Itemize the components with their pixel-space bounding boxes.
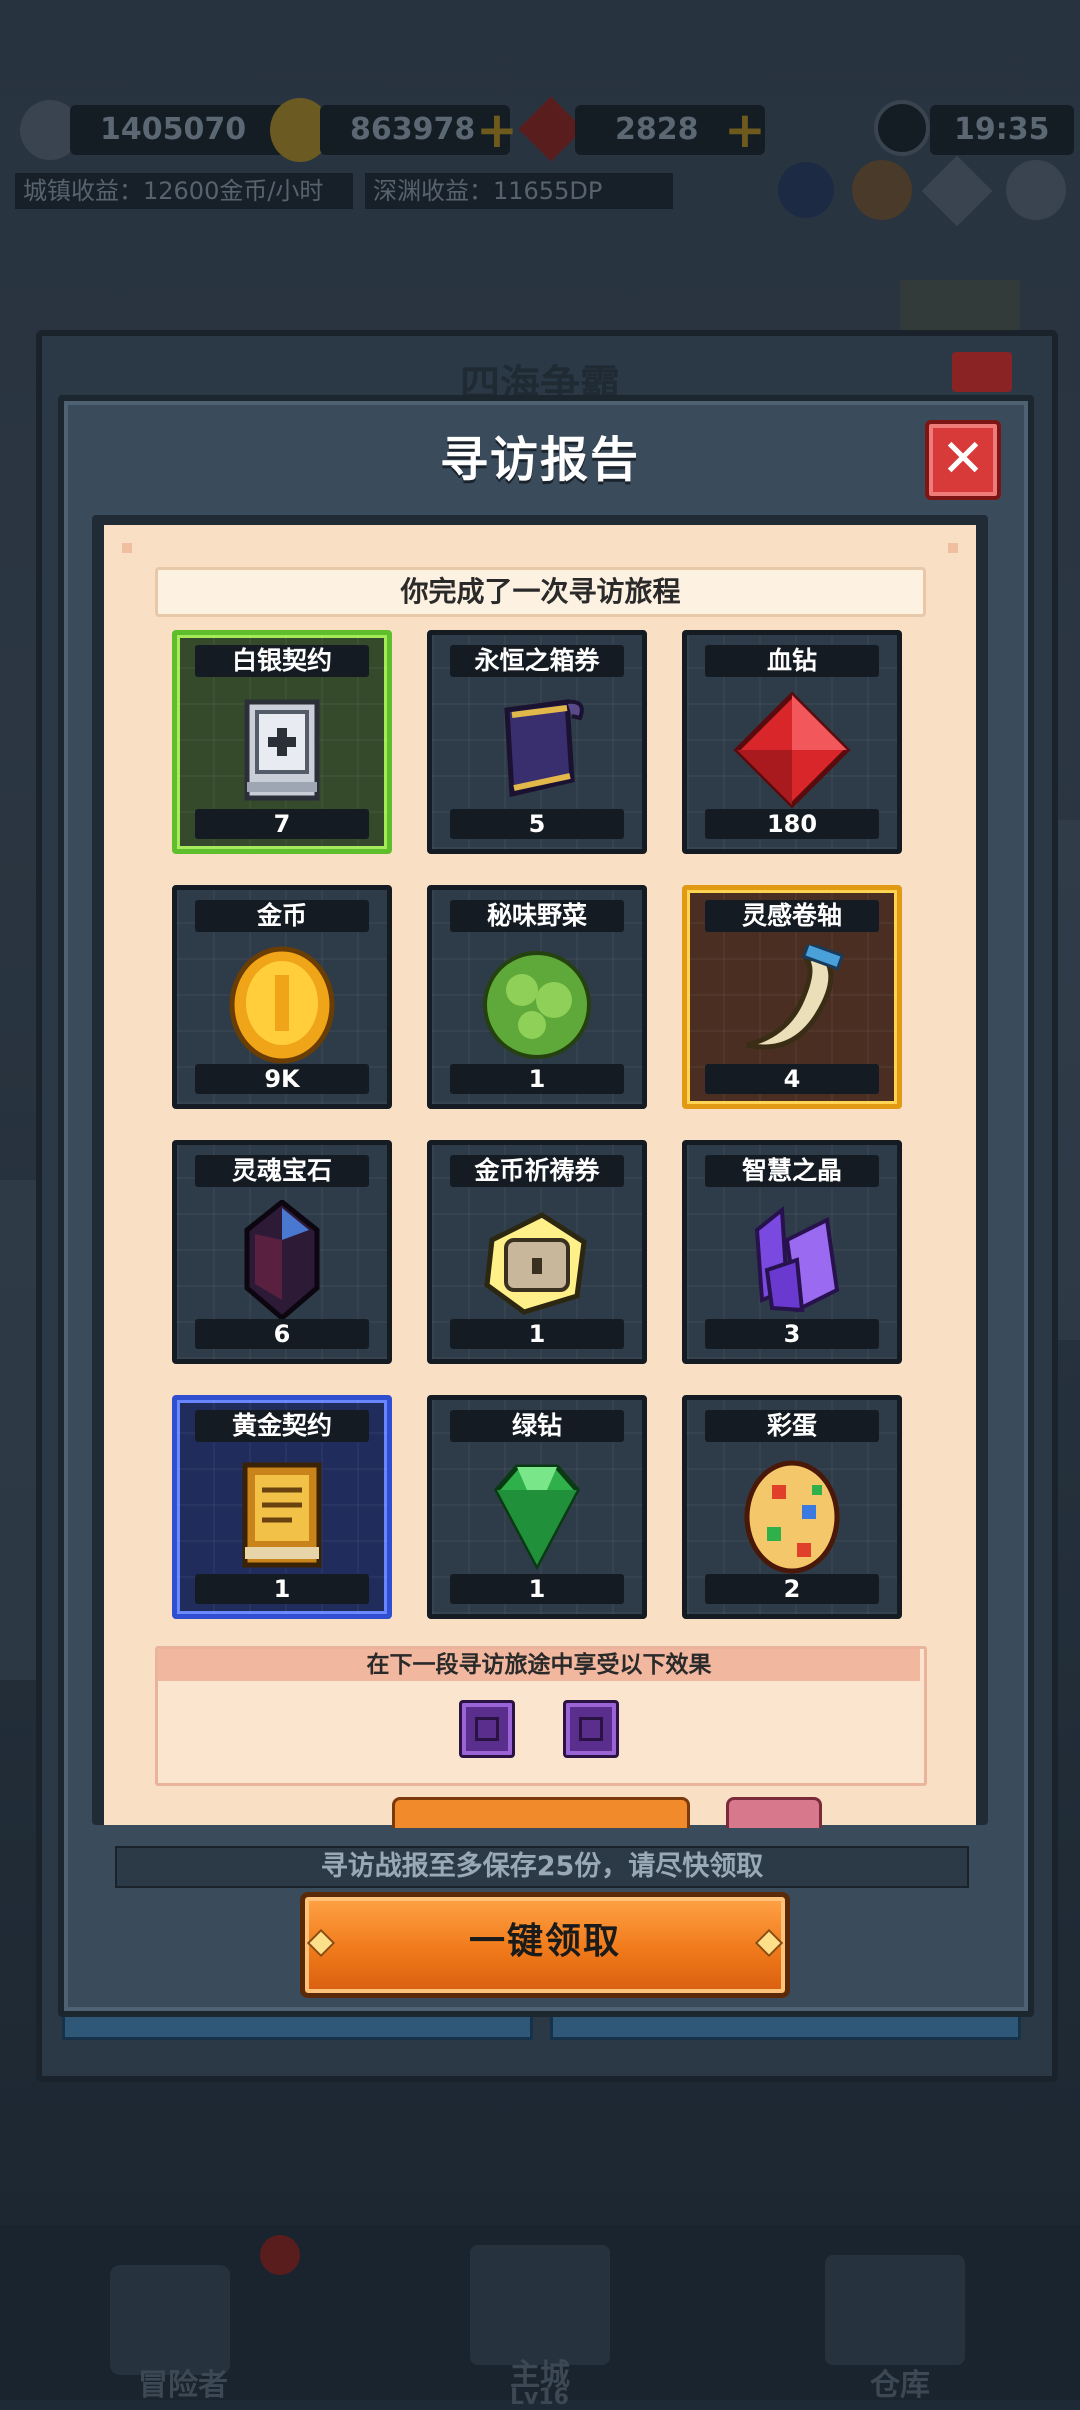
purple-effect-icon[interactable]	[459, 1700, 515, 1758]
corner-decoration	[948, 543, 958, 553]
reward-name: 血钻	[705, 645, 879, 677]
adventurer-nav-icon	[110, 2265, 230, 2375]
reward-count: 180	[705, 809, 879, 839]
wisdom-crystal-icon	[727, 1200, 857, 1320]
effects-title: 在下一段寻访旅途中享受以下效果	[158, 1649, 920, 1681]
soul-gem-icon	[217, 1198, 347, 1322]
eternal-chest-ticket-icon	[472, 690, 602, 810]
reward-card-inspiration-scroll[interactable]: 灵感卷轴 4	[682, 885, 902, 1109]
reward-count: 9K	[195, 1064, 369, 1094]
scrolled-orange-button[interactable]	[392, 1797, 690, 1828]
dialog-title: 寻访报告	[439, 432, 640, 488]
reward-name: 金币祈祷券	[450, 1155, 624, 1187]
reward-count: 5	[450, 809, 624, 839]
green-diamond-icon	[472, 1455, 602, 1575]
reward-name: 秘味野菜	[450, 900, 624, 932]
reward-card-silver-contract-book[interactable]: 白银契约 7	[172, 630, 392, 854]
add-gem-icon[interactable]: +	[724, 105, 766, 155]
reward-count: 7	[195, 809, 369, 839]
gold-prayer-ticket-icon	[472, 1200, 602, 1320]
reward-name: 彩蛋	[705, 1410, 879, 1442]
reward-count: 4	[705, 1064, 879, 1094]
reward-count: 1	[450, 1064, 624, 1094]
button-gem-icon	[306, 1928, 336, 1958]
close-button[interactable]: ✕	[925, 420, 1001, 500]
reward-name: 灵感卷轴	[705, 900, 879, 932]
corner-decoration	[122, 543, 132, 553]
reward-card-easter-egg[interactable]: 彩蛋 2	[682, 1395, 902, 1619]
time-value: 19:35	[930, 105, 1074, 155]
reward-card-wild-herb[interactable]: 秘味野菜 1	[427, 885, 647, 1109]
notification-badge-icon	[260, 2235, 300, 2275]
nav-warehouse[interactable]: 仓库	[870, 2360, 930, 2404]
town-income: 城镇收益：12600金币/小时	[15, 173, 353, 209]
reward-count: 6	[195, 1319, 369, 1349]
pet-shortcut-icon[interactable]	[852, 160, 912, 220]
reward-name: 灵魂宝石	[195, 1155, 369, 1187]
inspiration-scroll-icon	[727, 941, 857, 1065]
report-subtitle: 你完成了一次寻访旅程	[155, 567, 926, 617]
nav-adventurer[interactable]: 冒险者	[138, 2360, 228, 2404]
reward-name: 绿钻	[450, 1410, 624, 1442]
reward-count: 1	[195, 1574, 369, 1604]
wild-herb-icon	[472, 945, 602, 1065]
storage-notice: 寻访战报至多保存25份，请尽快领取	[115, 1846, 969, 1888]
reward-count: 3	[705, 1319, 879, 1349]
reward-name: 永恒之箱券	[450, 645, 624, 677]
reward-card-gold-contract-book[interactable]: 黄金契约 1	[172, 1395, 392, 1619]
silver-contract-book-icon	[217, 690, 347, 810]
main-city-level: Lv16	[510, 2385, 569, 2410]
background-building	[0, 1180, 40, 1680]
reward-card-gold-prayer-ticket[interactable]: 金币祈祷券 1	[427, 1140, 647, 1364]
scrolled-red-button[interactable]	[726, 1797, 822, 1828]
close-icon: ✕	[941, 429, 985, 489]
reward-card-gold-coin[interactable]: 金币 9K	[172, 885, 392, 1109]
bottom-nav: 冒险者 主城 Lv16 仓库	[0, 2225, 1080, 2410]
easter-egg-icon	[727, 1455, 857, 1575]
reward-count: 1	[450, 1574, 624, 1604]
reward-card-soul-gem[interactable]: 灵魂宝石 6	[172, 1140, 392, 1364]
purple-effect-icon[interactable]	[563, 1700, 619, 1758]
warehouse-nav-icon	[825, 2255, 965, 2365]
button-gem-icon	[754, 1928, 784, 1958]
power-value: 1405070	[70, 105, 300, 155]
gold-coin-icon	[217, 945, 347, 1065]
reward-name: 金币	[195, 900, 369, 932]
reward-count: 1	[450, 1319, 624, 1349]
gold-contract-book-icon	[217, 1455, 347, 1575]
blood-diamond-icon	[727, 690, 857, 810]
behind-close-icon	[952, 352, 1012, 392]
adventurer-shortcut-icon[interactable]	[778, 162, 834, 218]
reward-card-green-diamond[interactable]: 绿钻 1	[427, 1395, 647, 1619]
reward-name: 白银契约	[195, 645, 369, 677]
claim-all-button[interactable]: 一键领取	[300, 1892, 790, 1998]
reward-card-eternal-chest-ticket[interactable]: 永恒之箱券 5	[427, 630, 647, 854]
reward-count: 2	[705, 1574, 879, 1604]
reward-card-blood-diamond[interactable]: 血钻 180	[682, 630, 902, 854]
claim-all-label: 一键领取	[468, 1921, 621, 1962]
add-gold-icon[interactable]: +	[476, 105, 518, 155]
reward-name: 黄金契约	[195, 1410, 369, 1442]
main-city-nav-icon	[470, 2245, 610, 2365]
reward-card-wisdom-crystal[interactable]: 智慧之晶 3	[682, 1140, 902, 1364]
reward-name: 智慧之晶	[705, 1155, 879, 1187]
settings-gear-icon[interactable]	[1006, 160, 1066, 220]
clock-icon	[874, 100, 930, 156]
abyss-income: 深渊收益：11655DP	[365, 173, 673, 209]
